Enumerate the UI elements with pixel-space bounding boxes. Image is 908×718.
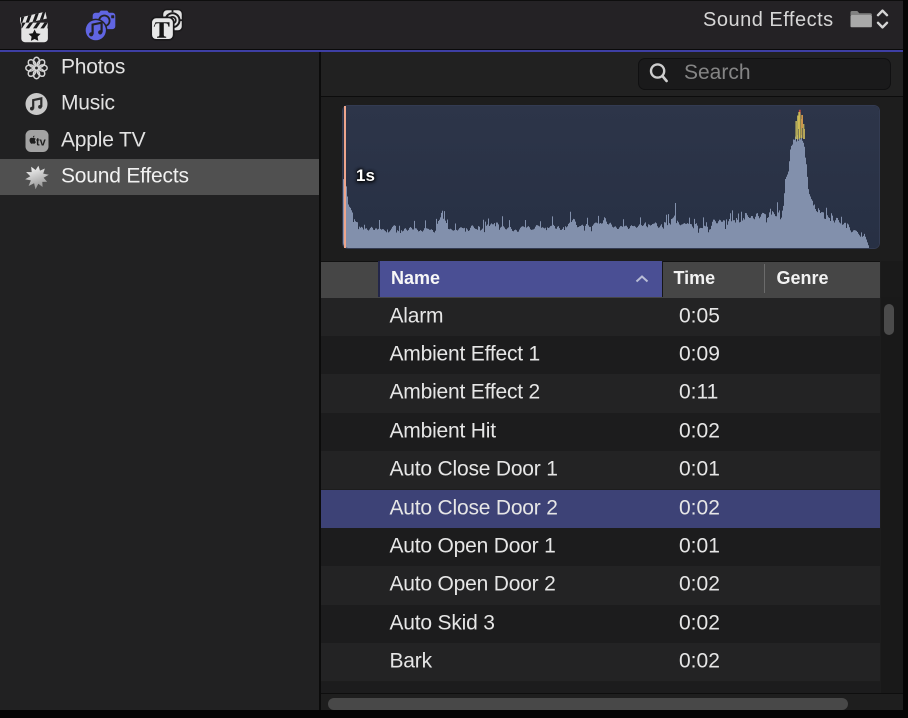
- svg-text:tv: tv: [36, 136, 47, 148]
